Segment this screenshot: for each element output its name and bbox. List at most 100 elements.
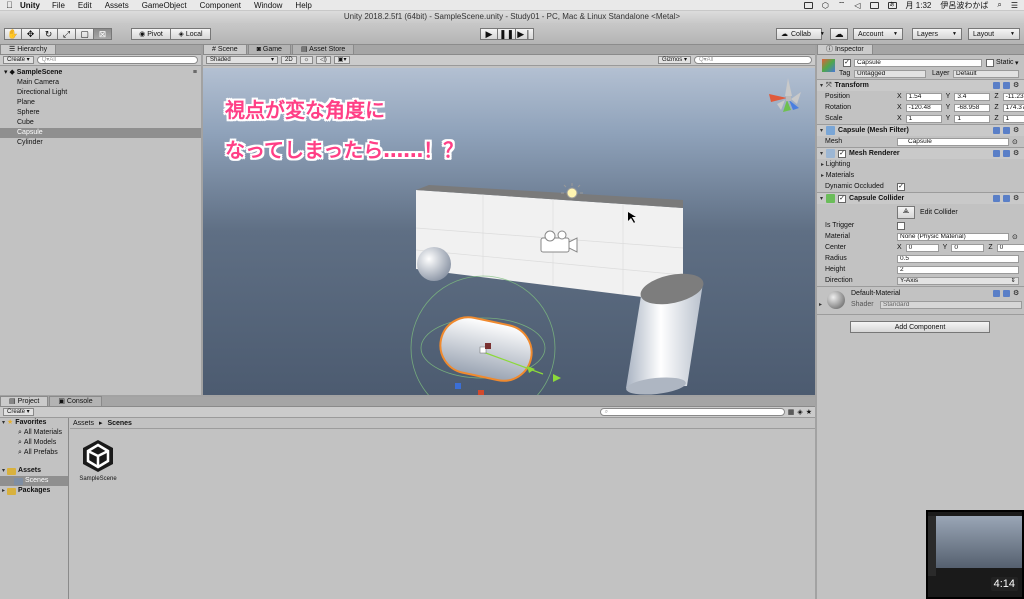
static-dropdown-icon[interactable]: ▾: [1015, 59, 1019, 67]
rotation-z-field[interactable]: 174.372: [1002, 103, 1024, 112]
menu-component[interactable]: Component: [200, 1, 241, 10]
collab-button[interactable]: ☁ Collab ▼: [776, 28, 825, 40]
filter-type-icon[interactable]: ▦: [788, 408, 795, 416]
menu-assets[interactable]: Assets: [105, 1, 129, 10]
scale-tool-button[interactable]: ⤢: [58, 28, 76, 40]
tab-hierarchy[interactable]: ☰ Hierarchy: [0, 44, 57, 54]
fold-arrow-icon[interactable]: ▾: [820, 127, 823, 134]
breadcrumb-scenes[interactable]: Scenes: [107, 420, 132, 427]
collider-enabled-checkbox[interactable]: ✓: [838, 194, 847, 203]
dynamic-occluded-checkbox[interactable]: ✓: [897, 182, 905, 191]
help-icon[interactable]: [993, 290, 1000, 297]
gear-icon[interactable]: ⚙: [1013, 127, 1020, 134]
tree-assets[interactable]: ▾ Assets: [0, 466, 68, 476]
object-name-field[interactable]: Capsule: [854, 59, 982, 67]
preset-icon[interactable]: [1003, 82, 1010, 89]
rotation-y-field[interactable]: -68.958: [954, 103, 991, 112]
capsule-collider-header[interactable]: ▾ ✓ Capsule Collider ⚙: [817, 192, 1024, 204]
static-checkbox[interactable]: [986, 59, 994, 67]
asset-tile-samplescene[interactable]: SampleScene: [78, 438, 118, 482]
tree-all-prefabs[interactable]: ⌕ All Prefabs: [0, 448, 68, 458]
scene-viewport[interactable]: 視点が変な角度に なってしまったら……！？: [203, 68, 815, 395]
dropbox-icon[interactable]: ⬡: [822, 1, 829, 10]
shader-dropdown[interactable]: Standard: [880, 301, 1022, 309]
pivot-button[interactable]: ◉ Pivot: [131, 28, 171, 40]
materials-foldout[interactable]: ▸ Materials: [817, 170, 1024, 181]
video-preview-thumbnail[interactable]: 4:14: [926, 510, 1024, 599]
cloud-icon[interactable]: ☁: [830, 28, 848, 40]
layers-dropdown[interactable]: Layers ▼: [912, 28, 962, 40]
layout-dropdown[interactable]: Layout ▼: [968, 28, 1020, 40]
hierarchy-item-capsule[interactable]: Capsule: [0, 128, 201, 138]
notification-icon[interactable]: ☰: [1011, 1, 1018, 10]
app-menu[interactable]: Unity: [20, 1, 40, 10]
add-component-button[interactable]: Add Component: [850, 321, 990, 333]
help-icon[interactable]: [993, 195, 1000, 202]
gear-icon[interactable]: ⚙: [1013, 150, 1020, 157]
hierarchy-create-button[interactable]: Create ▾: [3, 56, 34, 64]
favorite-star-icon[interactable]: ★: [806, 408, 812, 416]
preset-icon[interactable]: [1003, 195, 1010, 202]
scene-menu-icon[interactable]: ≡: [193, 68, 201, 78]
help-icon[interactable]: [993, 127, 1000, 134]
menu-gameobject[interactable]: GameObject: [142, 1, 187, 10]
direction-dropdown[interactable]: Y-Axis ⇕: [897, 276, 1019, 285]
position-y-field[interactable]: 3.4: [954, 92, 991, 101]
menu-edit[interactable]: Edit: [78, 1, 92, 10]
project-search-input[interactable]: ⌕: [599, 408, 785, 416]
object-picker-icon[interactable]: ⊙: [1012, 233, 1018, 241]
material-section[interactable]: ▸ Default-Material Shader Standard ⚙: [817, 286, 1024, 314]
menubar-clock[interactable]: 月 1:32: [906, 0, 932, 11]
menubar-user[interactable]: 伊呂波わかば: [940, 0, 988, 11]
menu-file[interactable]: File: [52, 1, 65, 10]
local-button[interactable]: ◈ Local: [171, 28, 211, 40]
breadcrumb-assets[interactable]: Assets: [73, 420, 94, 427]
tab-project[interactable]: ▤ Project: [0, 396, 49, 406]
gear-icon[interactable]: ⚙: [1013, 195, 1020, 202]
tree-packages[interactable]: ▸ Packages: [0, 486, 68, 496]
2d-toggle-button[interactable]: 2D: [281, 56, 297, 64]
tab-game[interactable]: ◙ Game: [247, 44, 291, 54]
expand-arrow-icon[interactable]: ▾: [2, 418, 5, 428]
mesh-renderer-header[interactable]: ▾ ✓ Mesh Renderer ⚙: [817, 147, 1024, 159]
sphere-object[interactable]: [417, 247, 451, 281]
hierarchy-item-directional-light[interactable]: Directional Light: [0, 88, 201, 98]
rotation-x-field[interactable]: -120.48: [905, 103, 942, 112]
tag-dropdown[interactable]: Untagged: [854, 70, 926, 78]
shading-mode-dropdown[interactable]: Shaded ▾: [206, 56, 278, 64]
effects-dropdown-icon[interactable]: ▣▾: [333, 56, 351, 64]
hierarchy-item-cube[interactable]: Cube: [0, 118, 201, 128]
expand-arrow-icon[interactable]: ▸: [2, 486, 5, 496]
center-y-field[interactable]: 0: [951, 243, 985, 252]
tree-all-materials[interactable]: ⌕ All Materials: [0, 428, 68, 438]
mesh-filter-header[interactable]: ▾ Capsule (Mesh Filter) ⚙: [817, 124, 1024, 136]
scale-x-field[interactable]: 1: [905, 114, 942, 123]
audio-toggle-icon[interactable]: ◁): [316, 56, 331, 64]
tree-favorites[interactable]: ▾ ★ Favorites: [0, 418, 68, 428]
physic-material-field[interactable]: None (Physic Material): [897, 232, 1009, 241]
tab-scene[interactable]: # Scene: [203, 44, 247, 54]
transform-header[interactable]: ▾ ⤧ Transform ⚙: [817, 79, 1024, 91]
lighting-toggle-icon[interactable]: ☼: [299, 56, 314, 64]
lighting-foldout[interactable]: ▸ Lighting: [817, 159, 1024, 170]
help-icon[interactable]: [993, 82, 1000, 89]
apple-icon[interactable]: : [6, 0, 20, 10]
radius-field[interactable]: 0.5: [897, 254, 1019, 263]
wifi-icon[interactable]: ⌔: [838, 0, 846, 10]
menu-help[interactable]: Help: [295, 1, 311, 10]
transform-tool-button[interactable]: ⊠: [94, 28, 112, 40]
volume-icon[interactable]: ◁: [854, 1, 860, 10]
is-trigger-checkbox[interactable]: [897, 221, 905, 230]
gear-icon[interactable]: ⚙: [1013, 82, 1020, 89]
center-z-field[interactable]: 0: [996, 243, 1024, 252]
fold-arrow-icon[interactable]: ▾: [820, 195, 823, 202]
scale-y-field[interactable]: 1: [954, 114, 991, 123]
center-x-field[interactable]: 0: [905, 243, 939, 252]
project-create-button[interactable]: Create ▾: [3, 408, 34, 416]
menu-window[interactable]: Window: [254, 1, 282, 10]
hierarchy-item-sphere[interactable]: Sphere: [0, 108, 201, 118]
rotate-tool-button[interactable]: ↻: [40, 28, 58, 40]
hierarchy-item-plane[interactable]: Plane: [0, 98, 201, 108]
hierarchy-search-input[interactable]: Q▾All: [36, 56, 198, 64]
mesh-field[interactable]: Capsule: [897, 137, 1009, 146]
